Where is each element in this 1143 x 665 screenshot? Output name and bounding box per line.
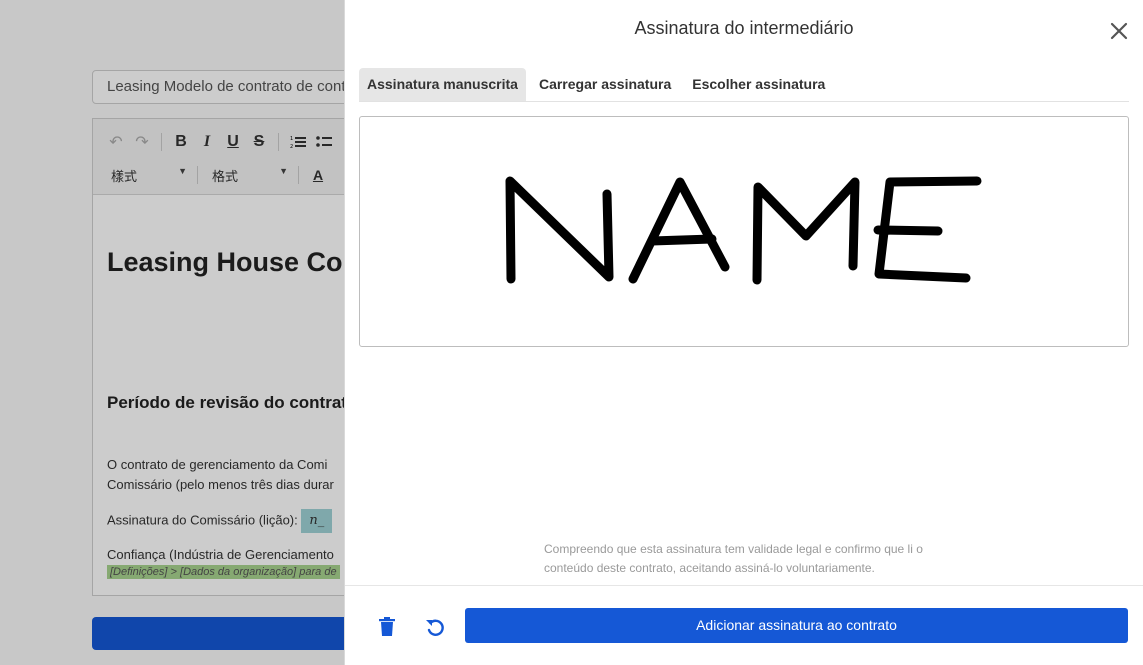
legal-disclaimer-line: Compreendo que esta assinatura tem valid… (544, 542, 923, 556)
tab-upload[interactable]: Carregar assinatura (531, 68, 679, 101)
tab-choose[interactable]: Escolher assinatura (684, 68, 833, 101)
add-signature-button[interactable]: Adicionar assinatura ao contrato (465, 608, 1128, 643)
legal-disclaimer: Compreendo que esta assinatura tem valid… (544, 540, 964, 578)
signature-modal: Assinatura do intermediário Assinatura m… (344, 0, 1143, 665)
signature-tabs: Assinatura manuscrita Carregar assinatur… (359, 68, 1129, 102)
modal-title: Assinatura do intermediário (634, 18, 854, 38)
close-icon[interactable] (1107, 19, 1131, 43)
tab-handwritten[interactable]: Assinatura manuscrita (359, 68, 526, 101)
handwritten-signature-drawing (505, 176, 982, 285)
legal-disclaimer-line: conteúdo deste contrato, aceitando assin… (544, 561, 875, 575)
modal-footer: Adicionar assinatura ao contrato (345, 585, 1143, 665)
trash-icon[interactable] (375, 615, 399, 639)
undo-icon[interactable] (423, 615, 447, 639)
signature-drawing-canvas[interactable] (359, 116, 1129, 347)
